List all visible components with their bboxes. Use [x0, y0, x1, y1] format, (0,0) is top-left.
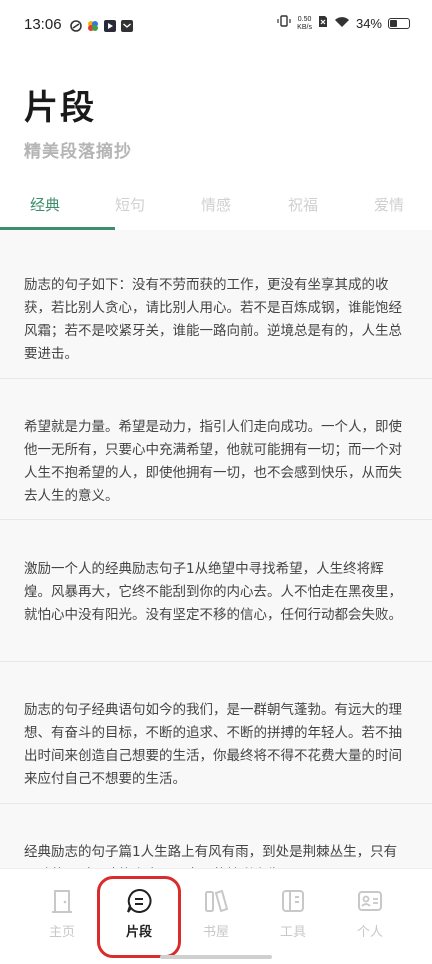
- net-speed: 0.50 KB/s: [297, 16, 312, 32]
- nav-tools[interactable]: 工具: [263, 887, 323, 940]
- paragraph-list[interactable]: 励志的句子如下：没有不劳而获的工作，更没有坐享其成的收获，若比别人贪心，请比别人…: [0, 230, 432, 870]
- list-item[interactable]: 励志的句子如下：没有不劳而获的工作，更没有坐享其成的收获，若比别人贪心，请比别人…: [0, 274, 432, 366]
- tab-classic[interactable]: 经典: [30, 194, 60, 215]
- list-item[interactable]: 励志的句子经典语句如今的我们，是一群朝气蓬勃。有远大的理想、有奋斗的目标，不断的…: [0, 699, 432, 791]
- wifi-icon: [334, 15, 350, 33]
- nav-home[interactable]: 主页: [32, 887, 92, 940]
- divider: [0, 519, 432, 520]
- tab-emotion[interactable]: 情感: [201, 194, 231, 215]
- books-icon: [202, 887, 230, 915]
- nav-library-label: 书屋: [202, 925, 229, 940]
- status-bar: 13:06 0.50 KB/s 34%: [0, 0, 432, 50]
- id-card-icon: [356, 887, 384, 915]
- status-right-icons: 0.50 KB/s 34%: [277, 14, 410, 33]
- notification-icons: [70, 17, 133, 32]
- tab-love[interactable]: 爱情: [374, 194, 404, 215]
- page-subtitle: 精美段落摘抄: [24, 142, 132, 162]
- bottom-nav: 主页 片段 书屋 工具 个人: [0, 868, 432, 964]
- list-item[interactable]: 希望就是力量。希望是动力，指引人们走向成功。一个人，即使他一无所有，只要心中充满…: [0, 416, 432, 508]
- status-time: 13:06: [24, 16, 62, 33]
- nav-profile[interactable]: 个人: [340, 887, 400, 940]
- no-sim-icon: [318, 15, 328, 33]
- app-icon-b: [87, 17, 99, 31]
- tab-blessing[interactable]: 祝福: [288, 194, 318, 215]
- toolbox-icon: [279, 887, 307, 915]
- net-speed-value: 0.50: [297, 15, 312, 23]
- vibrate-icon: [277, 14, 291, 33]
- page-title: 片段: [24, 88, 96, 128]
- app-icon-d: [121, 17, 133, 32]
- annotation-highlight-ring: [97, 876, 181, 958]
- door-icon: [48, 887, 76, 915]
- divider: [0, 803, 432, 804]
- list-item[interactable]: 经典励志的句子篇1人生路上有风有雨，到处是荆棘丛生，只有勇敢的面对，才能走出属于…: [0, 841, 432, 870]
- net-speed-unit: KB/s: [297, 23, 312, 31]
- battery-icon: [388, 18, 410, 29]
- divider: [0, 661, 432, 662]
- list-item[interactable]: 激励一个人的经典励志句子1从绝望中寻找希望，人生终将辉煌。风暴再大，它终不能刮到…: [0, 558, 432, 627]
- tab-short[interactable]: 短句: [115, 194, 145, 215]
- home-indicator[interactable]: [160, 955, 272, 959]
- nav-library[interactable]: 书屋: [186, 887, 246, 940]
- nav-tools-label: 工具: [279, 925, 306, 940]
- divider: [0, 378, 432, 379]
- category-tabs: 经典 短句 情感 祝福 爱情: [0, 186, 432, 232]
- app-icon-c: [104, 17, 116, 32]
- battery-percent: 34%: [355, 16, 382, 31]
- nav-home-label: 主页: [48, 925, 75, 940]
- app-icon-a: [70, 17, 82, 32]
- nav-profile-label: 个人: [356, 925, 383, 940]
